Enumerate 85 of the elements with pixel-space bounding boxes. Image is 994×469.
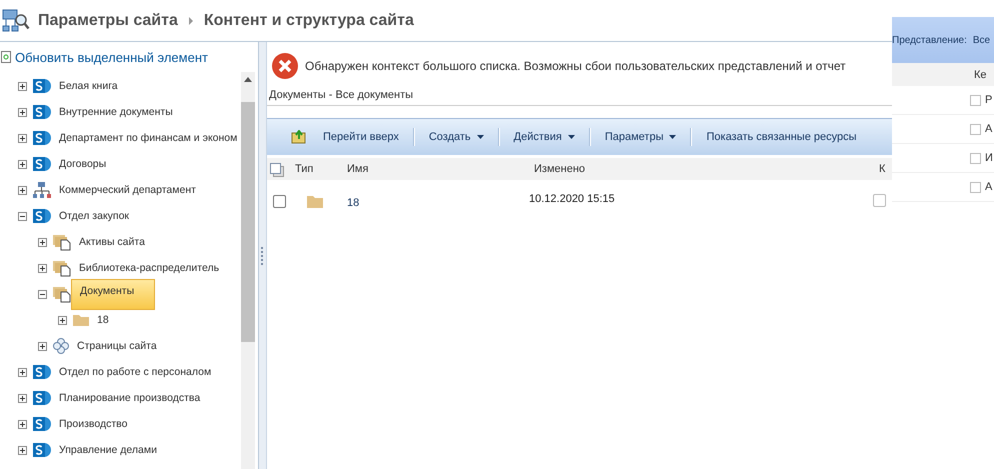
- view-label: Представление:: [892, 34, 967, 46]
- tree-item[interactable]: Библиотека-распределитель: [79, 260, 220, 276]
- expander-icon[interactable]: [38, 342, 47, 350]
- view-value[interactable]: Все: [972, 34, 990, 46]
- tree-item[interactable]: Страницы сайта: [77, 338, 157, 354]
- expander-icon[interactable]: [18, 134, 27, 142]
- tree-item[interactable]: Внутренние документы: [59, 104, 173, 120]
- expander-icon[interactable]: [58, 316, 67, 324]
- tree-item[interactable]: Документы: [71, 278, 156, 310]
- tree-item[interactable]: Активы сайта: [79, 234, 145, 250]
- expander-icon[interactable]: [38, 264, 47, 272]
- column-header[interactable]: Тип: [295, 163, 314, 175]
- breadcrumb-item[interactable]: Параметры сайта: [38, 12, 178, 30]
- library-icon: [52, 285, 72, 303]
- tree-item[interactable]: Планирование производства: [59, 390, 200, 406]
- toolbar-button[interactable]: Показать связанные ресурсы: [692, 123, 871, 151]
- scrollbar[interactable]: [241, 72, 255, 469]
- scroll-up-icon[interactable]: [244, 77, 252, 82]
- row-checkbox[interactable]: [970, 182, 981, 192]
- expander-icon[interactable]: [18, 186, 27, 194]
- select-all-icon[interactable]: [270, 163, 284, 177]
- library-icon: [52, 233, 72, 251]
- row-checkbox[interactable]: [970, 152, 981, 164]
- expander-icon[interactable]: [18, 160, 27, 168]
- tree-item[interactable]: Договоры: [59, 156, 106, 172]
- site-logo-icon: [32, 441, 52, 459]
- table-cell: А: [985, 181, 992, 193]
- breadcrumb-arrow-icon: [188, 16, 194, 24]
- caret-icon: [568, 135, 575, 139]
- toolbar-button[interactable]: Создать: [414, 123, 498, 151]
- row-checkbox[interactable]: [873, 194, 886, 207]
- tree-item[interactable]: Белая книга: [59, 78, 118, 94]
- site-logo-icon: [32, 129, 52, 147]
- expander-icon[interactable]: [18, 420, 27, 428]
- expander-icon[interactable]: [18, 394, 27, 402]
- site-structure-icon: [2, 8, 30, 34]
- caret-icon: [669, 135, 676, 139]
- expander-icon[interactable]: [18, 108, 27, 116]
- site-logo-icon: [32, 363, 52, 381]
- folder-icon: [307, 195, 323, 208]
- expander-icon[interactable]: [18, 212, 27, 220]
- row-checkbox[interactable]: [970, 94, 981, 106]
- site-logo-icon: [32, 207, 52, 225]
- page-title: Контент и структура сайта: [204, 12, 414, 30]
- tree-item[interactable]: Управление делами: [59, 442, 157, 458]
- tree-item[interactable]: Производство: [59, 416, 128, 432]
- tree-item[interactable]: Департамент по финансам и эконом: [59, 130, 238, 146]
- toolbar-button[interactable]: Действия: [500, 123, 589, 151]
- error-message: Обнаружен контекст большого списка. Возможны сбои пользовательских представлений и отчет: [305, 59, 846, 73]
- error-icon: [271, 52, 299, 80]
- column-header[interactable]: Изменено: [534, 163, 586, 175]
- folder-up-icon: [291, 130, 307, 144]
- expander-icon[interactable]: [38, 290, 47, 298]
- column-header[interactable]: Ке: [974, 68, 987, 80]
- item-link[interactable]: 18: [347, 197, 360, 209]
- site-logo-icon: [32, 389, 52, 407]
- row-checkbox[interactable]: [273, 195, 286, 208]
- expander-icon[interactable]: [18, 368, 27, 376]
- tree-item[interactable]: Отдел по работе с персоналом: [59, 364, 212, 380]
- refresh-link[interactable]: Обновить выделенный элемент: [15, 50, 208, 64]
- flower-icon: [52, 337, 70, 355]
- tree-item[interactable]: Коммерческий департамент: [59, 182, 196, 198]
- table-cell: Р: [985, 94, 992, 106]
- table-cell: А: [985, 123, 992, 135]
- folder-icon: [72, 313, 90, 327]
- expander-icon[interactable]: [38, 238, 47, 246]
- site-logo-icon: [32, 77, 52, 95]
- table-cell: 10.12.2020 15:15: [529, 193, 615, 205]
- site-logo-icon: [32, 415, 52, 433]
- scrollbar-thumb[interactable]: [241, 102, 255, 342]
- caret-icon: [476, 135, 484, 139]
- toolbar-button[interactable]: Перейти вверх: [277, 123, 413, 151]
- expander-icon[interactable]: [18, 446, 27, 454]
- column-header[interactable]: К: [879, 163, 886, 175]
- toolbar-button[interactable]: Параметры: [590, 123, 690, 151]
- library-icon: [52, 259, 72, 277]
- tree-item[interactable]: 18: [97, 312, 109, 328]
- expander-icon[interactable]: [18, 82, 27, 90]
- tree-item[interactable]: Отдел закупок: [59, 208, 130, 224]
- column-header[interactable]: Имя: [347, 163, 368, 175]
- site-logo-icon: [32, 155, 52, 173]
- network-icon: [32, 181, 52, 199]
- row-checkbox[interactable]: [970, 124, 981, 134]
- table-cell: И: [985, 152, 993, 164]
- site-logo-icon: [32, 103, 52, 121]
